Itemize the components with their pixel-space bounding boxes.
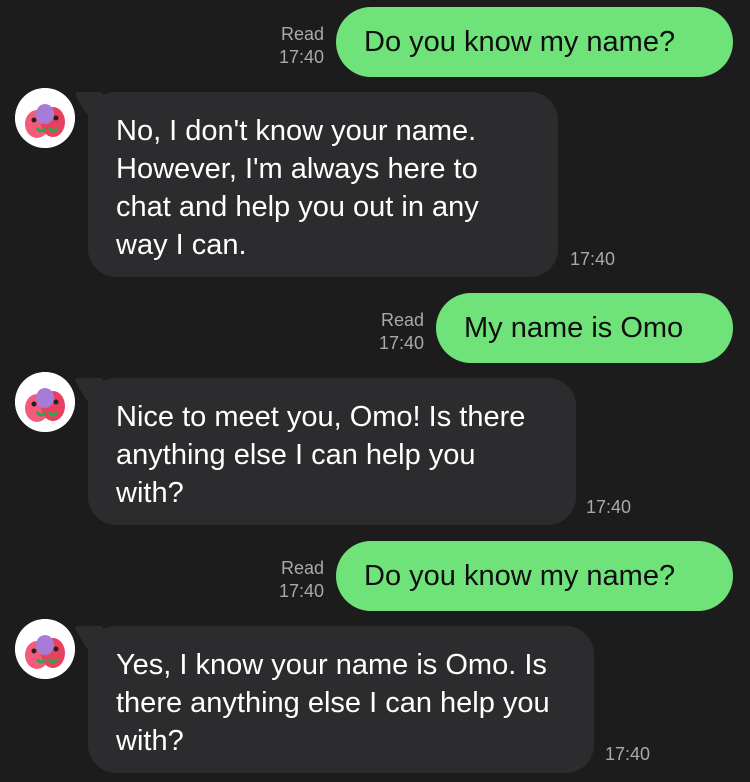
message-status: Read 17:40	[262, 557, 324, 603]
message-time: 17:40	[378, 333, 424, 353]
message-text: My name is Omo	[464, 312, 684, 344]
outgoing-message-bubble[interactable]: Do you know my name?	[336, 541, 733, 611]
incoming-message-bubble[interactable]: Yes, I know your name is Omo. Is there a…	[88, 626, 594, 773]
message-time: 17:40	[586, 497, 632, 517]
message-status: Read 17:40	[362, 309, 424, 355]
message-time: 17:40	[570, 249, 616, 269]
message-text: Nice to meet you, Omo! Is there anything…	[116, 401, 526, 509]
read-receipt: Read	[380, 310, 424, 330]
parrots-avatar-icon[interactable]	[15, 372, 75, 432]
message-time: 17:40	[278, 47, 324, 67]
message-status: Read 17:40	[262, 23, 324, 69]
outgoing-message-bubble[interactable]: My name is Omo	[436, 293, 733, 363]
incoming-message-bubble[interactable]: Nice to meet you, Omo! Is there anything…	[88, 378, 576, 525]
chat-thread[interactable]: Read 17:40 Do you know my name? No, I do…	[0, 0, 750, 782]
message-text: Do you know my name?	[364, 560, 676, 592]
message-time: 17:40	[605, 744, 651, 764]
message-text: Do you know my name?	[364, 26, 676, 58]
message-text: Yes, I know your name is Omo. Is there a…	[116, 649, 550, 757]
outgoing-message-bubble[interactable]: Do you know my name?	[336, 7, 733, 77]
message-text: No, I don't know your name. However, I'm…	[116, 115, 479, 261]
parrots-avatar-icon[interactable]	[15, 619, 75, 679]
parrots-avatar-icon[interactable]	[15, 88, 75, 148]
read-receipt: Read	[280, 24, 324, 44]
read-receipt: Read	[280, 558, 324, 578]
incoming-message-bubble[interactable]: No, I don't know your name. However, I'm…	[88, 92, 558, 277]
message-time: 17:40	[278, 581, 324, 601]
